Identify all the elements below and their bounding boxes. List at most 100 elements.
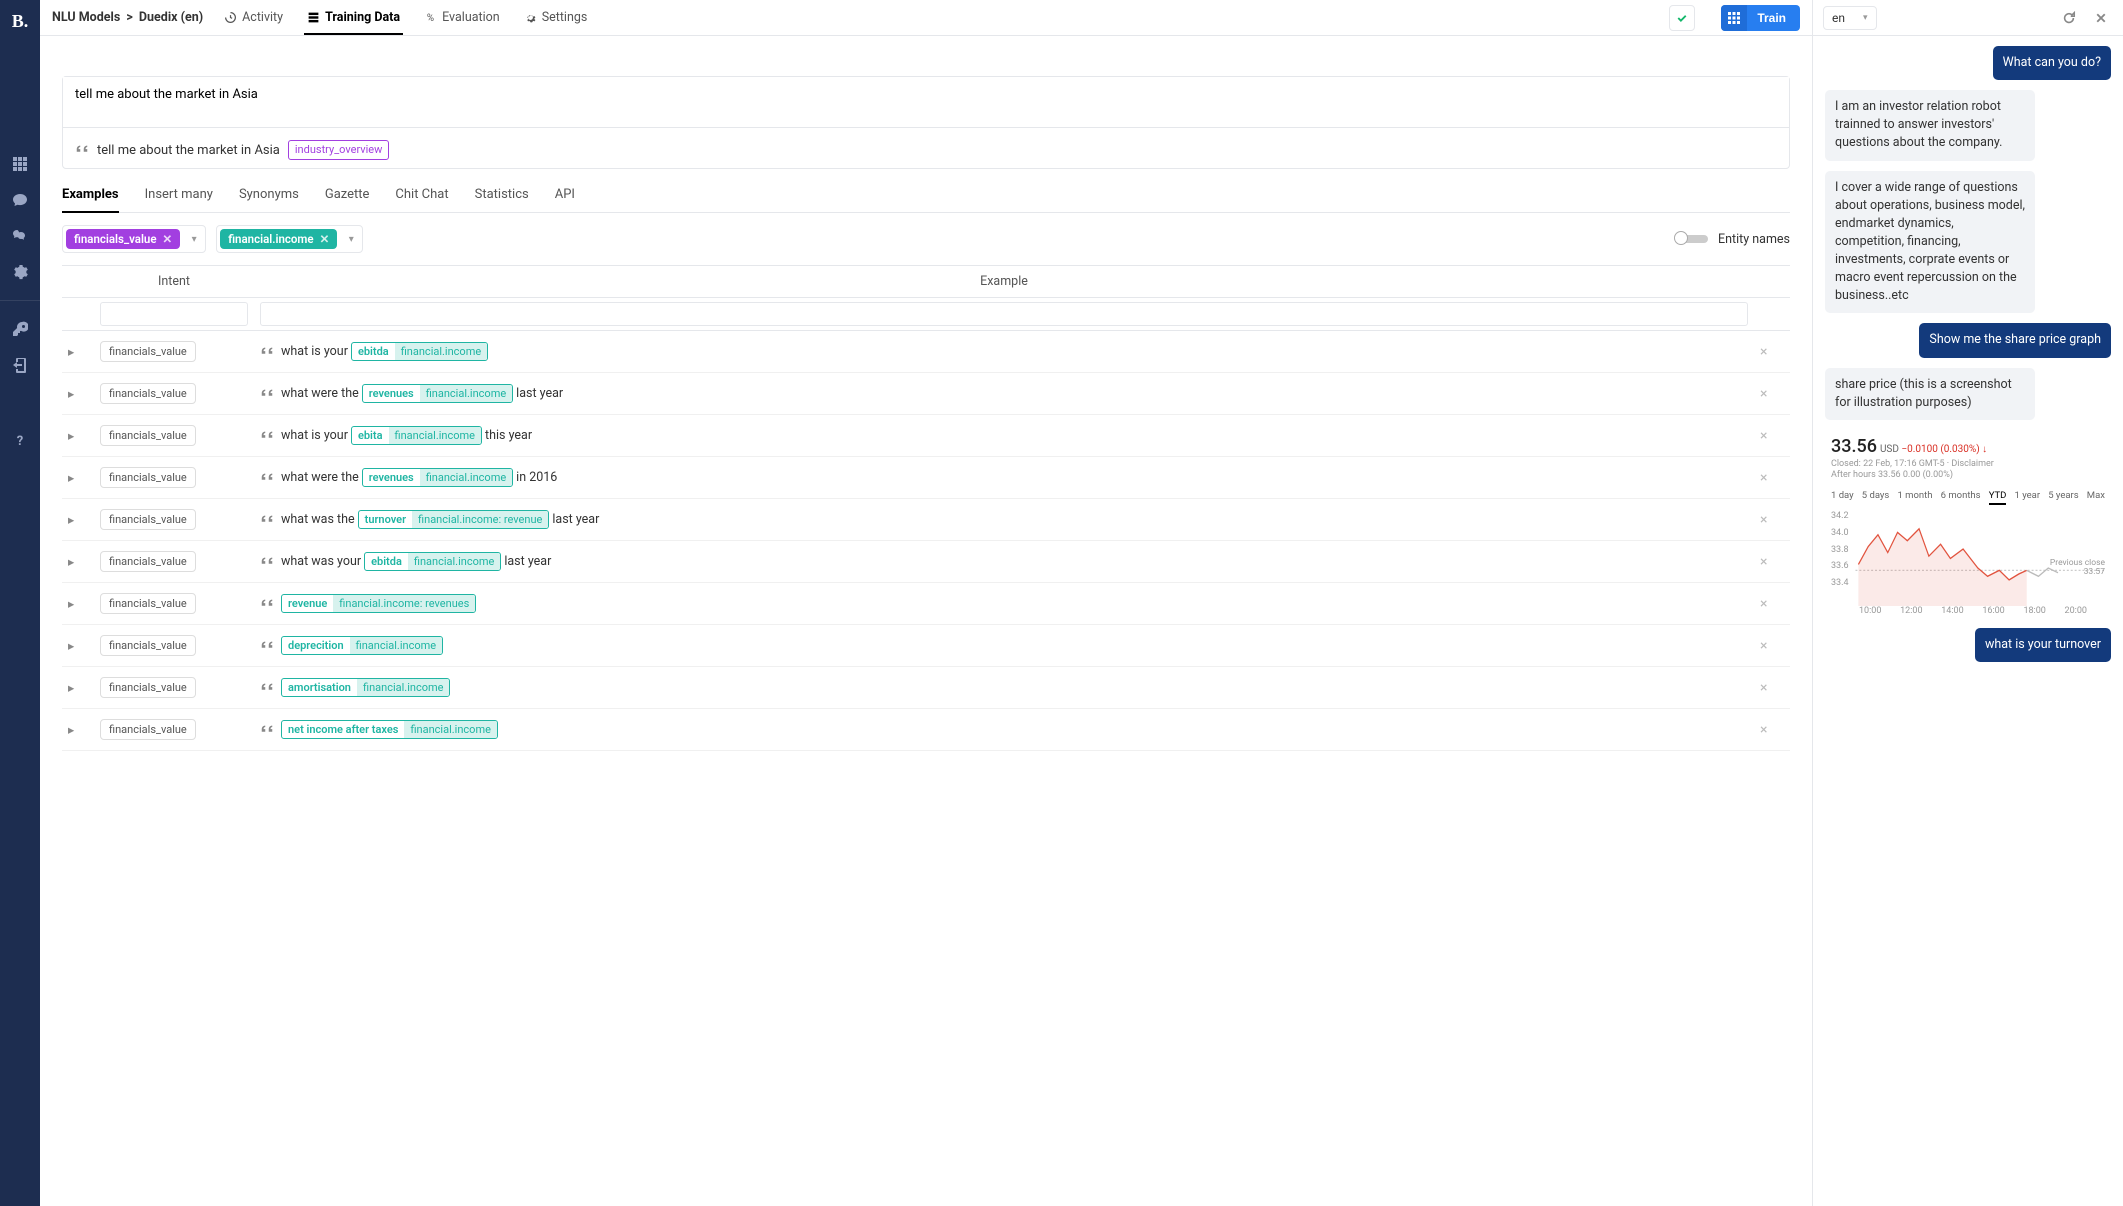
- rail-chat-icon[interactable]: [0, 182, 40, 218]
- expand-row-icon[interactable]: ▸: [68, 387, 74, 402]
- intent-badge[interactable]: financials_value: [100, 383, 196, 404]
- refresh-icon[interactable]: [2057, 6, 2081, 30]
- close-icon[interactable]: [2089, 6, 2113, 30]
- stab-gazette[interactable]: Gazette: [325, 187, 370, 202]
- delete-row-icon[interactable]: ×: [1760, 554, 1767, 570]
- rail-grid-icon[interactable]: [0, 146, 40, 182]
- chart-meta: Closed: 22 Feb, 17:16 GMT-5 · Disclaimer…: [1831, 459, 2105, 482]
- expand-row-icon[interactable]: ▸: [68, 345, 74, 360]
- entity-token[interactable]: ebitafinancial.income: [351, 426, 482, 445]
- stab-chitchat[interactable]: Chit Chat: [395, 187, 448, 202]
- lang-dropdown[interactable]: en ▾: [1823, 6, 1877, 30]
- delete-row-icon[interactable]: ×: [1760, 680, 1767, 696]
- table-row: ▸ financials_value what were the revenuesf…: [62, 457, 1790, 499]
- chat-panel-top: en ▾: [1813, 0, 2123, 36]
- expand-row-icon[interactable]: ▸: [68, 513, 74, 528]
- expand-row-icon[interactable]: ▸: [68, 429, 74, 444]
- intent-badge[interactable]: financials_value: [100, 635, 196, 656]
- breadcrumb-sep: >: [126, 10, 132, 25]
- expand-row-icon[interactable]: ▸: [68, 555, 74, 570]
- intent-filter-dropdown[interactable]: financials_value ✕ ▾: [62, 225, 206, 253]
- utterance-entity-tag[interactable]: industry_overview: [288, 140, 390, 160]
- tab-settings[interactable]: Settings: [521, 10, 591, 25]
- stab-api[interactable]: API: [555, 187, 575, 202]
- delete-row-icon[interactable]: ×: [1760, 386, 1767, 402]
- intent-badge[interactable]: financials_value: [100, 467, 196, 488]
- intent-badge[interactable]: financials_value: [100, 341, 196, 362]
- delete-row-icon[interactable]: ×: [1760, 722, 1767, 738]
- status-check-icon[interactable]: [1669, 5, 1695, 31]
- entity-token[interactable]: revenuesfinancial.income: [362, 468, 513, 487]
- intent-filter-input[interactable]: [100, 302, 248, 326]
- rail-conversations-icon[interactable]: [0, 218, 40, 254]
- chevron-down-icon[interactable]: ▾: [340, 234, 362, 245]
- range-tab[interactable]: 6 months: [1941, 490, 1981, 505]
- range-tab[interactable]: YTD: [1989, 490, 2007, 505]
- delete-row-icon[interactable]: ×: [1760, 638, 1767, 654]
- quote-icon: [260, 345, 274, 359]
- range-tab[interactable]: Max: [2087, 490, 2105, 505]
- entity-names-toggle[interactable]: [1676, 235, 1708, 243]
- example-post-text: last year: [552, 512, 599, 527]
- expand-row-icon[interactable]: ▸: [68, 723, 74, 738]
- entity-token[interactable]: revenuesfinancial.income: [362, 384, 513, 403]
- intent-badge[interactable]: financials_value: [100, 719, 196, 740]
- intent-badge[interactable]: financials_value: [100, 677, 196, 698]
- entity-token[interactable]: revenuefinancial.income: revenues: [281, 594, 476, 613]
- delete-row-icon[interactable]: ×: [1760, 596, 1767, 612]
- intent-badge[interactable]: financials_value: [100, 551, 196, 572]
- range-tab[interactable]: 5 years: [2048, 490, 2078, 505]
- example-pre-text: what were the: [281, 470, 359, 485]
- intent-badge[interactable]: financials_value: [100, 425, 196, 446]
- stab-statistics[interactable]: Statistics: [475, 187, 529, 202]
- entity-token[interactable]: turnoverfinancial.income: revenue: [358, 510, 550, 529]
- utterance-textarea[interactable]: [63, 77, 1789, 128]
- quote-icon: [260, 513, 274, 527]
- breadcrumb-root[interactable]: NLU Models: [52, 10, 120, 25]
- expand-row-icon[interactable]: ▸: [68, 639, 74, 654]
- table-row: ▸ financials_value net income after taxesf…: [62, 709, 1790, 751]
- range-tab[interactable]: 1 year: [2015, 490, 2041, 505]
- remove-intent-chip-icon[interactable]: ✕: [163, 232, 173, 246]
- entity-token[interactable]: net income after taxesfinancial.income: [281, 720, 498, 739]
- example-pre-text: what is your: [281, 428, 348, 443]
- stab-examples[interactable]: Examples: [62, 187, 119, 213]
- tab-training-data[interactable]: Training Data: [304, 10, 403, 35]
- example-filter-input[interactable]: [260, 302, 1748, 326]
- col-header-intent: Intent: [94, 266, 254, 298]
- expand-row-icon[interactable]: ▸: [68, 471, 74, 486]
- entity-filter-dropdown[interactable]: financial.income ✕ ▾: [216, 225, 363, 253]
- intent-badge[interactable]: financials_value: [100, 509, 196, 530]
- expand-row-icon[interactable]: ▸: [68, 681, 74, 696]
- entity-token[interactable]: deprecitionfinancial.income: [281, 636, 443, 655]
- delete-row-icon[interactable]: ×: [1760, 428, 1767, 444]
- range-tab[interactable]: 1 month: [1897, 490, 1932, 505]
- intent-badge[interactable]: financials_value: [100, 593, 196, 614]
- tab-activity[interactable]: Activity: [221, 10, 286, 25]
- tab-evaluation[interactable]: % Evaluation: [421, 10, 503, 25]
- delete-row-icon[interactable]: ×: [1760, 512, 1767, 528]
- chevron-down-icon[interactable]: ▾: [183, 234, 205, 245]
- table-row: ▸ financials_value amortisationfinancial.i…: [62, 667, 1790, 709]
- remove-entity-chip-icon[interactable]: ✕: [320, 232, 330, 246]
- rail-logout-icon[interactable]: [0, 347, 40, 383]
- delete-row-icon[interactable]: ×: [1760, 344, 1767, 360]
- table-row: ▸financials_valuewhat was the turnoverfi…: [62, 499, 1790, 541]
- utterance-render-text: tell me about the market in Asia: [97, 143, 280, 158]
- range-tab[interactable]: 5 days: [1862, 490, 1890, 505]
- left-nav-rail: B. ?: [0, 0, 40, 1206]
- expand-row-icon[interactable]: ▸: [68, 597, 74, 612]
- breadcrumb-model[interactable]: Duedix (en): [139, 10, 203, 25]
- range-tab[interactable]: 1 day: [1831, 490, 1854, 505]
- delete-row-icon[interactable]: ×: [1760, 470, 1767, 486]
- train-button[interactable]: Train: [1721, 5, 1800, 31]
- rail-help-icon[interactable]: ?: [0, 423, 40, 459]
- entity-token[interactable]: ebitdafinancial.income: [364, 552, 501, 571]
- rail-settings-icon[interactable]: [0, 254, 40, 290]
- example-pre-text: what was your: [281, 554, 361, 569]
- stab-insert-many[interactable]: Insert many: [145, 187, 213, 202]
- rail-key-icon[interactable]: [0, 311, 40, 347]
- entity-token[interactable]: ebitdafinancial.income: [351, 342, 488, 361]
- entity-token[interactable]: amortisationfinancial.income: [281, 678, 450, 697]
- stab-synonyms[interactable]: Synonyms: [239, 187, 299, 202]
